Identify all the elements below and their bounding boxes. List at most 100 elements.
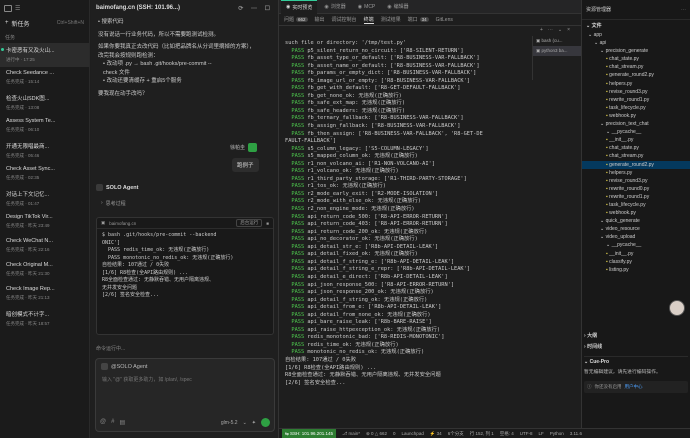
terminal-text: p5_silent_return_no_circuit: ['R8-SILENT… bbox=[307, 47, 464, 54]
split-icon[interactable]: ⋯ bbox=[548, 27, 553, 33]
more-icon[interactable]: ⋯ bbox=[681, 7, 686, 13]
run-background-button[interactable]: 后台运行 bbox=[236, 219, 263, 227]
pass-label: PASS bbox=[291, 62, 305, 69]
tree-item[interactable]: ▪ chat_stream.py bbox=[582, 63, 690, 71]
panel-tab[interactable]: 调试控制台 bbox=[332, 16, 357, 23]
status-item[interactable]: 空格: 4 bbox=[500, 431, 514, 437]
tree-item[interactable]: ▪ revise_round3.py bbox=[582, 177, 690, 185]
terminal-text: api_detail_from_e: ['R8b-API-DETAIL-LEAK… bbox=[307, 304, 442, 311]
tree-item[interactable]: ⌄ __pycache__ bbox=[582, 241, 690, 249]
panel-tab[interactable]: 输出 bbox=[315, 16, 325, 23]
chat-input-box[interactable]: @SOLO Agent 输入 "@" 获取更多助力，如 /plan/, /spe… bbox=[95, 358, 275, 432]
status-item[interactable]: Launchpad bbox=[402, 431, 424, 437]
remote-indicator[interactable]: ⇆ SSH: 101.96.201.145 bbox=[282, 429, 337, 438]
tree-item[interactable]: ⌄ __pycache__ bbox=[582, 128, 690, 136]
tree-item[interactable]: ▪ rewrite_round0.py bbox=[582, 185, 690, 193]
send-button[interactable] bbox=[261, 418, 270, 427]
task-item[interactable]: Check Asset Sync... 任务完成 · 02:35 bbox=[0, 163, 89, 187]
tree-item[interactable]: ▪ task_lifecycle.py bbox=[582, 201, 690, 209]
model-selector[interactable]: glm-5.2 bbox=[221, 420, 238, 426]
editor-tab[interactable]: ◉ 编辑器 bbox=[382, 0, 413, 14]
tree-item[interactable]: ▪ chat_state.py bbox=[582, 55, 690, 63]
panel-tab[interactable]: 终端 bbox=[363, 16, 374, 24]
user-center-link[interactable]: 用户中心 bbox=[625, 384, 643, 390]
editor-tab[interactable]: ◉ 实时预览 bbox=[281, 0, 318, 14]
task-item[interactable]: Design TikTok Vir... 任务完成 · 昨天 23:49 bbox=[0, 211, 89, 235]
timeline-section[interactable]: › 时间线 bbox=[584, 343, 602, 350]
tree-item[interactable]: ▪ task_lifecycle.py bbox=[582, 104, 690, 112]
status-item[interactable]: ⊗ 0 △ 662 bbox=[366, 431, 387, 437]
files-section[interactable]: ⌄ 文件 bbox=[582, 20, 690, 31]
tree-item[interactable]: ▪ generate_round2.py bbox=[582, 160, 690, 169]
panel-tab[interactable]: GitLens bbox=[436, 17, 453, 23]
close-icon[interactable]: × bbox=[567, 27, 570, 33]
status-item[interactable]: 行 152, 列 1 bbox=[470, 431, 494, 437]
tree-item[interactable]: ▪ __init__.py bbox=[582, 136, 690, 144]
task-item[interactable]: 开通无限唱最商... 任务完成 · 05:46 bbox=[0, 139, 89, 163]
tree-item[interactable]: ▪ revise_round3.py bbox=[582, 88, 690, 96]
chat-input-placeholder[interactable]: 输入 "@" 获取更多助力，如 /plan/, /spec bbox=[96, 374, 266, 386]
new-task-button[interactable]: + 新任务 Ctrl+Shift+N bbox=[0, 16, 89, 30]
image-icon[interactable]: ▤ bbox=[119, 419, 125, 426]
tree-item[interactable]: ▪ helpers.py bbox=[582, 169, 690, 177]
chevron-down-icon[interactable]: ⌄ bbox=[558, 27, 562, 33]
tree-item[interactable]: ⌄ video_upload bbox=[582, 233, 690, 241]
status-item[interactable]: 3.11.6 bbox=[570, 431, 582, 437]
tree-item[interactable]: ▪ webhook.py bbox=[582, 112, 690, 120]
tree-item[interactable]: ⌄ video_resource bbox=[582, 225, 690, 233]
editor-tab[interactable]: ◉ 浏览器 bbox=[319, 0, 350, 14]
tree-item[interactable]: ▪ chat_stream.py bbox=[582, 152, 690, 160]
task-item[interactable]: Check Original M... 任务完成 · 昨天 21:30 bbox=[0, 259, 89, 283]
panel-tab[interactable]: 端口 34 bbox=[408, 16, 429, 23]
task-item[interactable]: Check Seedance ... 任务完成 · 15:14 bbox=[0, 67, 89, 91]
at-button-icon[interactable]: @ bbox=[100, 419, 106, 426]
terminal-text: api_detail_e_direct: ['R8b-API-DETAIL-LE… bbox=[307, 273, 448, 280]
panel-tab[interactable]: 问题 662 bbox=[284, 16, 308, 23]
enhance-icon[interactable]: ✦ bbox=[252, 420, 256, 426]
status-item[interactable]: 6个分支 bbox=[448, 431, 464, 437]
assistant-avatar[interactable] bbox=[669, 300, 685, 316]
task-item[interactable]: 对话上下文记忆... 任务完成 · 01:47 bbox=[0, 187, 89, 211]
task-item[interactable]: 卡密恶有又及火山... 进行中 · 17:25 bbox=[0, 43, 89, 67]
terminal-output[interactable]: such file or directory: '/tmp/test.py' P… bbox=[285, 40, 550, 387]
tree-item[interactable]: ▪ rewrite_round1.py bbox=[582, 96, 690, 104]
terminal-list-item[interactable]: ▣ python3 ba... bbox=[533, 46, 581, 56]
hash-icon[interactable]: # bbox=[111, 419, 114, 426]
outline-section[interactable]: › 大纲 bbox=[584, 332, 597, 339]
tree-item[interactable]: ▪ rewrite_round1.py bbox=[582, 193, 690, 201]
tree-item[interactable]: ▪ helpers.py bbox=[582, 80, 690, 88]
tree-item[interactable]: ⌄ app bbox=[582, 31, 690, 39]
tree-label: video_upload bbox=[605, 234, 636, 241]
task-item[interactable]: Check Image Rep... 任务完成 · 昨天 21:13 bbox=[0, 283, 89, 307]
tree-item[interactable]: ⌄ precision_text_chat bbox=[582, 120, 690, 128]
status-item[interactable]: UTF-8 bbox=[520, 431, 533, 437]
task-item[interactable]: 检查火山SDK图... 任务完成 · 13:08 bbox=[0, 91, 89, 115]
status-item[interactable]: Python bbox=[550, 431, 564, 437]
stop-icon[interactable]: ■ bbox=[266, 221, 269, 226]
tree-item[interactable]: ▪ __init__.py bbox=[582, 250, 690, 258]
add-terminal-icon[interactable]: + bbox=[540, 27, 543, 33]
task-item[interactable]: 暗创模式不计字... 任务完成 · 昨天 18:57 bbox=[0, 307, 89, 331]
tree-item[interactable]: ⌄ api bbox=[582, 39, 690, 47]
status-item[interactable]: 0 bbox=[393, 431, 396, 437]
branch-indicator[interactable]: ⎇ main* bbox=[342, 431, 360, 437]
menu-icon[interactable]: ☰ bbox=[15, 5, 20, 12]
status-item[interactable]: ⚡ 34 bbox=[430, 431, 442, 437]
cue-pro-header[interactable]: ⌄ Cue-Pro bbox=[584, 359, 688, 365]
task-item[interactable]: Assess System Te... 任务完成 · 06:10 bbox=[0, 115, 89, 139]
thinking-toggle[interactable]: › 思考过程 bbox=[101, 200, 126, 207]
tree-item[interactable]: ⌄ quick_generate bbox=[582, 217, 690, 225]
task-item[interactable]: Check WeChat N... 任务完成 · 昨天 22:16 bbox=[0, 235, 89, 259]
panel-tab[interactable]: 测试结果 bbox=[381, 16, 401, 23]
tree-item[interactable]: ▪ generate_round2.py bbox=[582, 71, 690, 79]
tree-item[interactable]: ▪ chat_state.py bbox=[582, 144, 690, 152]
chat-header-icons[interactable]: ⟳ ⋯ ☐ bbox=[238, 5, 273, 12]
pass-label: PASS bbox=[291, 273, 305, 280]
tree-item[interactable]: ▪ classify.py bbox=[582, 258, 690, 266]
tree-item[interactable]: ▪ listing.py bbox=[582, 266, 690, 274]
terminal-list-item[interactable]: ▣ bash (cu... bbox=[533, 36, 581, 46]
editor-tab[interactable]: ◉ MCP bbox=[353, 0, 381, 14]
tree-item[interactable]: ▪ webhook.py bbox=[582, 209, 690, 217]
tree-item[interactable]: ⌄ precision_generate bbox=[582, 47, 690, 55]
status-item[interactable]: LF bbox=[538, 431, 543, 437]
